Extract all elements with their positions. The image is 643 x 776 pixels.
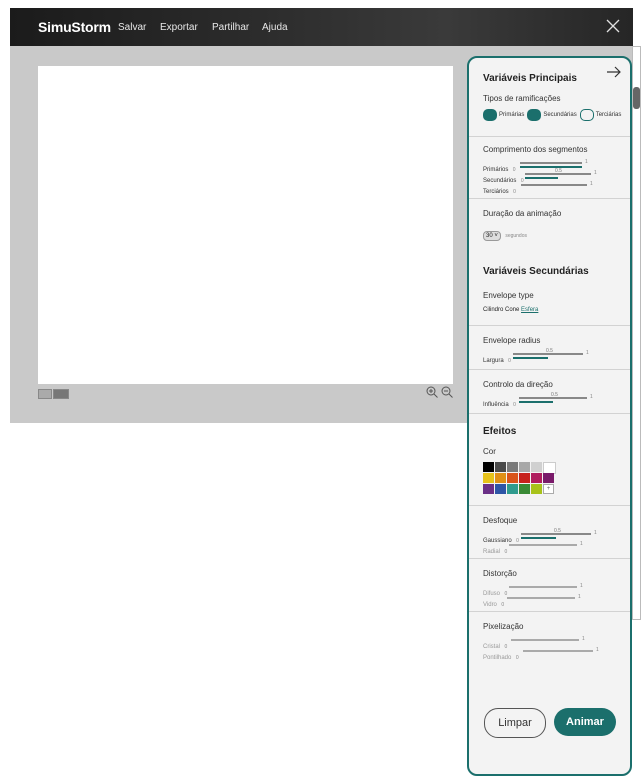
menu-share[interactable]: Partilhar bbox=[212, 22, 249, 33]
clear-button[interactable]: Limpar bbox=[484, 708, 546, 738]
color-swatch[interactable] bbox=[531, 473, 542, 483]
slider-primary-segments[interactable]: Primários 0 1 bbox=[483, 158, 616, 173]
envelope-option-cylinder[interactable]: Cilindro bbox=[483, 307, 503, 313]
effects-title: Efeitos bbox=[483, 426, 517, 437]
envelope-type-label: Envelope type bbox=[483, 291, 534, 300]
distortion-label: Distorção bbox=[483, 569, 517, 578]
zoom-in-icon[interactable] bbox=[425, 385, 439, 399]
blur-label: Desfoque bbox=[483, 516, 518, 525]
split-view-icon[interactable] bbox=[53, 389, 69, 399]
animate-button[interactable]: Animar bbox=[554, 708, 616, 736]
slider-width[interactable]: Largura 0 0.5 1 bbox=[483, 348, 616, 364]
envelope-option-sphere[interactable]: Esfera bbox=[521, 307, 538, 313]
app-brand: SimuStorm bbox=[38, 19, 111, 35]
pixelation-label: Pixelização bbox=[483, 622, 524, 631]
color-swatch[interactable] bbox=[519, 473, 530, 483]
slider-tertiary-segments[interactable]: Terciários 0 1 bbox=[483, 180, 616, 195]
direction-label: Controlo da direção bbox=[483, 380, 553, 389]
color-swatch[interactable] bbox=[543, 473, 554, 483]
color-palette: + bbox=[483, 462, 616, 495]
duration-unit: segundos bbox=[505, 233, 527, 239]
duration-label: Duração da animação bbox=[483, 209, 562, 218]
top-bar: SimuStorm Salvar Exportar Partilhar Ajud… bbox=[10, 8, 633, 46]
menu-export[interactable]: Exportar bbox=[160, 22, 198, 33]
color-swatch[interactable] bbox=[531, 462, 542, 472]
envelope-option-cone[interactable]: Cone bbox=[505, 307, 519, 313]
slider-influence[interactable]: Influência 0 0.5 1 bbox=[483, 392, 616, 408]
branch-types-label: Tipos de ramificações bbox=[483, 94, 561, 103]
secondary-title: Variáveis Secundárias bbox=[483, 266, 589, 277]
slider-diffuse[interactable]: Difuso 0 1 bbox=[483, 582, 616, 597]
slider-gaussian[interactable]: Gaussiano 0 0.5 1 bbox=[483, 528, 616, 544]
slider-stipple[interactable]: Pontilhado 0 1 bbox=[483, 646, 616, 661]
color-swatch[interactable] bbox=[495, 473, 506, 483]
variables-panel: Variáveis Principais Tipos de ramificaçõ… bbox=[467, 56, 632, 776]
branch-option-primary[interactable]: Primárias bbox=[483, 109, 524, 121]
menu-help[interactable]: Ajuda bbox=[262, 22, 288, 33]
duration-select[interactable]: 30 ˅ bbox=[483, 231, 501, 241]
drawing-canvas[interactable] bbox=[38, 66, 453, 384]
color-swatch[interactable] bbox=[507, 462, 518, 472]
menu-save[interactable]: Salvar bbox=[118, 22, 146, 33]
page-scrollbar[interactable] bbox=[632, 46, 641, 620]
close-icon[interactable] bbox=[603, 16, 623, 36]
color-swatch[interactable] bbox=[519, 484, 530, 494]
color-swatch[interactable] bbox=[519, 462, 530, 472]
single-view-icon[interactable] bbox=[38, 389, 52, 399]
slider-glass[interactable]: Vidro 0 1 bbox=[483, 593, 616, 608]
color-swatch[interactable] bbox=[495, 462, 506, 472]
slider-radial[interactable]: Radial 0 1 bbox=[483, 540, 616, 555]
add-color-button[interactable]: + bbox=[543, 484, 554, 494]
slider-crystal[interactable]: Cristal 0 1 bbox=[483, 635, 616, 650]
color-swatch[interactable] bbox=[483, 484, 494, 494]
color-label: Cor bbox=[483, 447, 496, 456]
color-swatch[interactable] bbox=[483, 462, 494, 472]
color-swatch[interactable] bbox=[531, 484, 542, 494]
zoom-out-icon[interactable] bbox=[440, 385, 454, 399]
view-toggle[interactable] bbox=[38, 389, 70, 407]
collapse-arrow-icon[interactable] bbox=[606, 66, 622, 78]
color-swatch[interactable] bbox=[507, 484, 518, 494]
envelope-radius-label: Envelope radius bbox=[483, 336, 541, 345]
branch-option-secondary[interactable]: Secundárias bbox=[527, 109, 577, 121]
scrollbar-thumb[interactable] bbox=[633, 87, 640, 109]
branch-option-tertiary[interactable]: Terciárias bbox=[579, 109, 621, 121]
color-swatch[interactable] bbox=[507, 473, 518, 483]
slider-secondary-segments[interactable]: Secundários 0 0.5 1 bbox=[483, 168, 616, 184]
panel-title: Variáveis Principais bbox=[483, 73, 577, 84]
color-swatch[interactable] bbox=[483, 473, 494, 483]
segments-label: Comprimento dos segmentos bbox=[483, 145, 588, 154]
color-swatch[interactable] bbox=[495, 484, 506, 494]
